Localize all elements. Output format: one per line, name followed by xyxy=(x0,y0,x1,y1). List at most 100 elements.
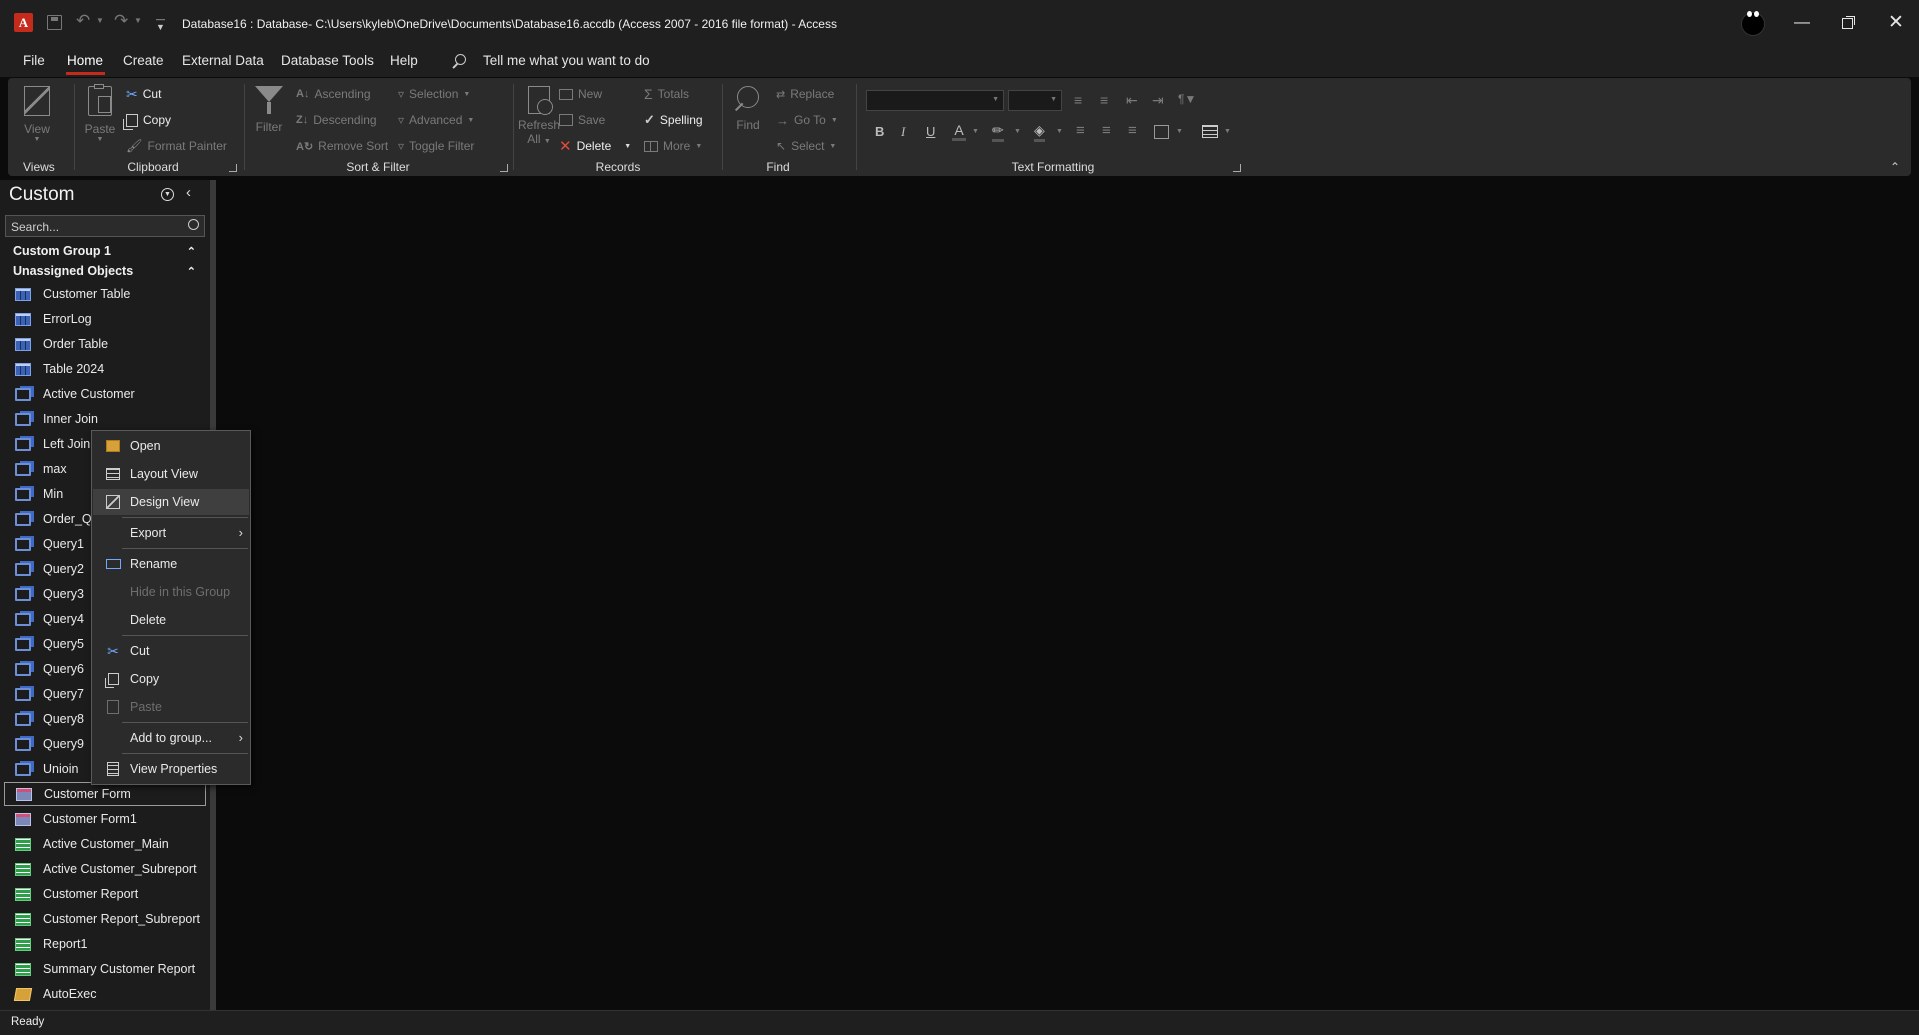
save-record-button[interactable]: Save xyxy=(559,110,605,130)
select-button[interactable]: ↖ Select ▼ xyxy=(776,136,836,156)
align-left-icon[interactable]: ≡ xyxy=(1076,122,1085,139)
menu-item-layout-view[interactable]: Layout View xyxy=(93,461,249,487)
refresh-all-button[interactable]: Refresh All ▼ xyxy=(518,86,560,158)
undo-dropdown-icon[interactable]: ▼ xyxy=(96,16,104,25)
clipboard-launcher-icon[interactable] xyxy=(229,164,237,172)
nav-item-report[interactable]: Customer Report xyxy=(4,882,206,906)
menu-label: Export xyxy=(130,526,167,540)
menu-item-cut[interactable]: ✂ Cut xyxy=(93,638,249,664)
close-icon[interactable]: ✕ xyxy=(1888,11,1904,34)
align-right-icon[interactable]: ≡ xyxy=(1128,122,1137,139)
font-size-select[interactable]: ▼ xyxy=(1008,90,1062,111)
text-formatting-launcher-icon[interactable] xyxy=(1233,164,1241,172)
collapse-ribbon-icon[interactable]: ⌃ xyxy=(1890,160,1900,174)
save-icon[interactable] xyxy=(47,15,62,30)
menu-item-copy[interactable]: Copy xyxy=(93,666,249,692)
highlight-icon[interactable]: ✏ xyxy=(992,122,1004,142)
bullets-icon[interactable]: ≡ xyxy=(1074,92,1082,108)
nav-item-table[interactable]: Customer Table xyxy=(4,282,206,306)
font-color-dropdown-icon[interactable]: ▼ xyxy=(972,128,979,135)
increase-indent-icon[interactable]: ⇥ xyxy=(1152,92,1164,109)
nav-item-report[interactable]: Active Customer_Main xyxy=(4,832,206,856)
gridlines-icon[interactable] xyxy=(1202,125,1218,138)
nav-search-input[interactable]: Search... xyxy=(11,220,59,234)
nav-group-header[interactable]: Unassigned Objects ⌃ xyxy=(4,261,206,281)
nav-menu-chevron-icon[interactable]: ▼ xyxy=(161,188,174,201)
descending-button[interactable]: Z↓ Descending xyxy=(296,110,377,130)
cut-button[interactable]: ✂ Cut xyxy=(126,84,161,104)
font-name-select[interactable]: ▼ xyxy=(866,90,1004,111)
nav-item-form[interactable]: Customer Form1 xyxy=(4,807,206,831)
delete-record-button[interactable]: ✕ Delete ▼ xyxy=(559,136,631,156)
underline-button[interactable]: U xyxy=(926,124,935,139)
format-painter-button[interactable]: 🖌 Format Painter xyxy=(126,136,227,156)
nav-item-report[interactable]: Report1 xyxy=(4,932,206,956)
nav-item-report[interactable]: Summary Customer Report xyxy=(4,957,206,981)
shutter-bar-close-icon[interactable]: ‹ xyxy=(186,184,191,201)
customize-qat-icon[interactable]: — ▼ xyxy=(156,15,165,32)
nav-item-table[interactable]: Order Table xyxy=(4,332,206,356)
tab-database-tools[interactable]: Database Tools xyxy=(281,53,374,68)
nav-item-query[interactable]: Inner Join xyxy=(4,407,206,431)
paste-button[interactable]: Paste ▼ xyxy=(83,84,117,154)
font-color-button[interactable]: A xyxy=(952,122,966,141)
nav-item-form[interactable]: Customer Form xyxy=(4,782,206,806)
alternate-row-color-icon[interactable] xyxy=(1154,125,1169,139)
nav-group-header[interactable]: Custom Group 1 ⌃ xyxy=(4,241,206,261)
decrease-indent-icon[interactable]: ⇤ xyxy=(1126,92,1138,109)
replace-button[interactable]: ⇄ Replace xyxy=(776,84,834,104)
tab-help[interactable]: Help xyxy=(390,53,418,68)
filter-button[interactable]: Filter xyxy=(252,86,286,154)
more-button[interactable]: More ▼ xyxy=(644,136,702,156)
nav-item-query[interactable]: Active Customer xyxy=(4,382,206,406)
tell-me-box[interactable]: Tell me what you want to do xyxy=(483,53,650,68)
toggle-filter-button[interactable]: ▿ Toggle Filter xyxy=(398,136,474,156)
fill-color-icon[interactable]: ◈ xyxy=(1034,122,1045,142)
menu-item-rename[interactable]: Rename xyxy=(93,551,249,577)
align-center-icon[interactable]: ≡ xyxy=(1102,122,1111,139)
redo-icon[interactable]: ↷ xyxy=(114,11,128,31)
copy-button[interactable]: Copy xyxy=(126,110,171,130)
redo-dropdown-icon[interactable]: ▼ xyxy=(134,16,142,25)
new-record-button[interactable]: New xyxy=(559,84,602,104)
nav-item-macro[interactable]: AutoExec xyxy=(4,982,206,1006)
nav-item-table[interactable]: ErrorLog xyxy=(4,307,206,331)
tab-home[interactable]: Home xyxy=(67,53,103,68)
menu-item-add-to-group[interactable]: Add to group... › xyxy=(93,725,249,751)
italic-button[interactable]: I xyxy=(901,124,905,140)
spelling-button[interactable]: ✓ Spelling xyxy=(644,110,703,130)
totals-button[interactable]: Σ Totals xyxy=(644,84,689,104)
view-button[interactable]: View ▼ xyxy=(22,86,52,154)
menu-item-delete[interactable]: Delete xyxy=(93,607,249,633)
tab-create[interactable]: Create xyxy=(123,53,164,68)
selection-button[interactable]: ▿ Selection ▼ xyxy=(398,84,470,104)
nav-search-box[interactable]: Search... xyxy=(5,215,205,237)
account-avatar[interactable] xyxy=(1741,11,1765,36)
nav-pane-title[interactable]: Custom xyxy=(9,184,74,206)
advanced-button[interactable]: ▿ Advanced ▼ xyxy=(398,110,474,130)
tab-external-data[interactable]: External Data xyxy=(182,53,264,68)
alternate-row-dropdown-icon[interactable]: ▼ xyxy=(1176,128,1183,135)
menu-item-open[interactable]: Open xyxy=(93,433,249,459)
nav-item-report[interactable]: Active Customer_Subreport xyxy=(4,857,206,881)
fill-color-dropdown-icon[interactable]: ▼ xyxy=(1056,128,1063,135)
undo-icon[interactable]: ↶ xyxy=(76,11,90,31)
sort-filter-launcher-icon[interactable] xyxy=(500,164,508,172)
menu-item-view-properties[interactable]: View Properties xyxy=(93,756,249,782)
restore-icon[interactable] xyxy=(1842,18,1853,29)
menu-item-export[interactable]: Export › xyxy=(93,520,249,546)
highlight-dropdown-icon[interactable]: ▼ xyxy=(1014,128,1021,135)
nav-item-table[interactable]: Table 2024 xyxy=(4,357,206,381)
menu-item-design-view[interactable]: Design View xyxy=(93,489,249,515)
tab-file[interactable]: File xyxy=(23,53,45,68)
gridlines-dropdown-icon[interactable]: ▼ xyxy=(1224,128,1231,135)
nav-item-report[interactable]: Customer Report_Subreport xyxy=(4,907,206,931)
numbering-icon[interactable]: ≡ xyxy=(1100,92,1108,108)
goto-button[interactable]: → Go To ▼ xyxy=(776,110,838,130)
find-button[interactable]: Find xyxy=(730,86,766,154)
bold-button[interactable]: B xyxy=(875,124,884,139)
paragraph-direction-icon[interactable]: ¶▼ xyxy=(1178,92,1196,106)
minimize-icon[interactable]: — xyxy=(1794,14,1810,32)
remove-sort-button[interactable]: A↻ Remove Sort xyxy=(296,136,388,156)
ascending-button[interactable]: A↓ Ascending xyxy=(296,84,371,104)
